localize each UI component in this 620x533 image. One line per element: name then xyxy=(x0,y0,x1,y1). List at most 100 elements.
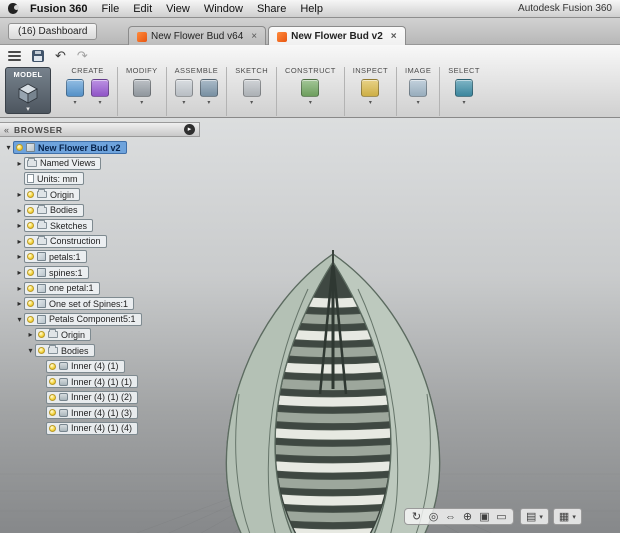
tree-item[interactable]: petals:1 xyxy=(24,250,87,263)
visibility-bulb-icon[interactable] xyxy=(27,285,34,292)
menu-view[interactable]: View xyxy=(166,3,190,15)
expand-arrow[interactable]: ▸ xyxy=(15,206,24,215)
chevron-down-icon[interactable]: ▾ xyxy=(417,99,420,106)
tree-item[interactable]: Inner (4) (1) (1) xyxy=(46,375,138,388)
tree-item[interactable]: one petal:1 xyxy=(24,282,100,295)
visibility-bulb-icon[interactable] xyxy=(27,269,34,276)
visibility-bulb-icon[interactable] xyxy=(38,347,45,354)
chevron-down-icon[interactable]: ▾ xyxy=(250,99,253,106)
menu-help[interactable]: Help xyxy=(300,3,323,15)
save-icon[interactable] xyxy=(32,50,44,62)
menu-window[interactable]: Window xyxy=(204,3,243,15)
expand-arrow[interactable]: ▸ xyxy=(15,221,24,230)
zoom-window-icon[interactable]: ▭ xyxy=(494,510,509,524)
visibility-bulb-icon[interactable] xyxy=(16,144,23,151)
visibility-bulb-icon[interactable] xyxy=(27,191,34,198)
tree-item[interactable]: Origin xyxy=(35,328,91,341)
pan-icon[interactable]: ⇔ xyxy=(443,510,458,524)
measure-icon xyxy=(361,79,379,97)
chevron-down-icon[interactable]: ▾ xyxy=(140,99,143,106)
tree-item[interactable]: One set of Spines:1 xyxy=(24,297,134,310)
apple-icon[interactable] xyxy=(8,3,18,14)
look-at-icon[interactable]: ◎ xyxy=(426,510,441,524)
flower-bud-model[interactable] xyxy=(203,244,463,533)
tree-item[interactable]: Origin xyxy=(24,188,80,201)
expand-arrow[interactable]: ▸ xyxy=(15,268,24,277)
expand-arrow[interactable]: ▸ xyxy=(26,330,35,339)
chevron-down-icon[interactable]: ▾ xyxy=(462,99,465,106)
dashboard-tab[interactable]: (16) Dashboard xyxy=(8,23,97,40)
create-sketch-icon[interactable]: ▾ xyxy=(243,79,261,106)
orbit-icon[interactable]: ↻ xyxy=(409,510,424,524)
press-pull-icon[interactable]: ▾ xyxy=(133,79,151,106)
model-cube-icon xyxy=(17,82,39,104)
display-settings-dropdown[interactable]: ▤ ▾ xyxy=(520,508,549,525)
expand-arrow[interactable]: ▸ xyxy=(15,252,24,261)
browser-options-button[interactable]: ▸ xyxy=(184,124,195,135)
app-menu-title[interactable]: Fusion 360 xyxy=(30,3,87,15)
expand-arrow[interactable]: ▸ xyxy=(15,237,24,246)
file-menu-icon[interactable] xyxy=(8,51,21,61)
expand-arrow[interactable]: ▾ xyxy=(26,346,35,355)
chevron-down-icon[interactable]: ▾ xyxy=(98,99,101,106)
visibility-bulb-icon[interactable] xyxy=(27,222,34,229)
visibility-bulb-icon[interactable] xyxy=(27,207,34,214)
visibility-bulb-icon[interactable] xyxy=(27,238,34,245)
chevron-down-icon[interactable]: ▾ xyxy=(369,99,372,106)
expand-arrow[interactable]: ▾ xyxy=(4,143,13,152)
tree-item[interactable]: Inner (4) (1) (2) xyxy=(46,391,138,404)
expand-arrow[interactable]: ▸ xyxy=(15,190,24,199)
visibility-bulb-icon[interactable] xyxy=(27,300,34,307)
chevron-down-icon[interactable]: ▾ xyxy=(73,99,76,106)
redo-icon[interactable]: ↷ xyxy=(77,50,88,62)
tree-item[interactable]: Construction xyxy=(24,235,107,248)
visibility-bulb-icon[interactable] xyxy=(38,331,45,338)
joint-icon[interactable]: ▾ xyxy=(200,79,218,106)
new-component-icon[interactable]: ▾ xyxy=(175,79,193,106)
collapse-panel-icon[interactable]: « xyxy=(4,125,9,135)
tab-close-icon[interactable]: × xyxy=(391,31,397,42)
measure-icon[interactable]: ▾ xyxy=(361,79,379,106)
tree-item[interactable]: spines:1 xyxy=(24,266,89,279)
tree-item[interactable]: Inner (4) (1) xyxy=(46,360,125,373)
chevron-down-icon[interactable]: ▾ xyxy=(309,99,312,106)
expand-arrow[interactable]: ▾ xyxy=(15,315,24,324)
fit-icon[interactable]: ▣ xyxy=(477,510,492,524)
expand-arrow[interactable]: ▸ xyxy=(15,159,24,168)
visibility-bulb-icon[interactable] xyxy=(49,425,56,432)
visibility-bulb-icon[interactable] xyxy=(49,363,56,370)
expand-arrow[interactable]: ▸ xyxy=(15,284,24,293)
undo-icon[interactable]: ↶ xyxy=(55,50,66,62)
tree-item[interactable]: New Flower Bud v2 xyxy=(13,141,127,154)
create-form-icon[interactable]: ▾ xyxy=(91,79,109,106)
tree-item[interactable]: Sketches xyxy=(24,219,93,232)
doc-tab[interactable]: New Flower Bud v2 × xyxy=(268,26,406,45)
menu-share[interactable]: Share xyxy=(257,3,286,15)
attached-canvas-icon[interactable]: ▾ xyxy=(409,79,427,106)
tree-item[interactable]: Inner (4) (1) (3) xyxy=(46,406,138,419)
expand-arrow[interactable]: ▸ xyxy=(15,299,24,308)
visibility-bulb-icon[interactable] xyxy=(27,316,34,323)
visibility-bulb-icon[interactable] xyxy=(49,394,56,401)
visibility-bulb-icon[interactable] xyxy=(49,378,56,385)
visibility-bulb-icon[interactable] xyxy=(49,409,56,416)
menu-edit[interactable]: Edit xyxy=(133,3,152,15)
chevron-down-icon[interactable]: ▾ xyxy=(182,99,185,106)
tab-close-icon[interactable]: × xyxy=(251,31,257,42)
chevron-down-icon[interactable]: ▾ xyxy=(207,99,210,106)
zoom-icon[interactable]: ⊕ xyxy=(460,510,475,524)
grid-layout-dropdown[interactable]: ▦ ▾ xyxy=(553,508,582,525)
workspace-switcher[interactable]: MODEL ▾ xyxy=(5,67,51,114)
tree-item[interactable]: Named Views xyxy=(24,157,101,170)
tree-item[interactable]: Units: mm xyxy=(24,172,84,185)
tree-item[interactable]: Petals Component5:1 xyxy=(24,313,142,326)
doc-tab[interactable]: New Flower Bud v64 × xyxy=(128,26,266,45)
tree-item[interactable]: Bodies xyxy=(35,344,95,357)
tree-item[interactable]: Bodies xyxy=(24,204,84,217)
visibility-bulb-icon[interactable] xyxy=(27,253,34,260)
create-box-icon[interactable]: ▾ xyxy=(66,79,84,106)
menu-file[interactable]: File xyxy=(101,3,119,15)
select-icon[interactable]: ▾ xyxy=(455,79,473,106)
construction-plane-icon[interactable]: ▾ xyxy=(301,79,319,106)
tree-item[interactable]: Inner (4) (1) (4) xyxy=(46,422,138,435)
